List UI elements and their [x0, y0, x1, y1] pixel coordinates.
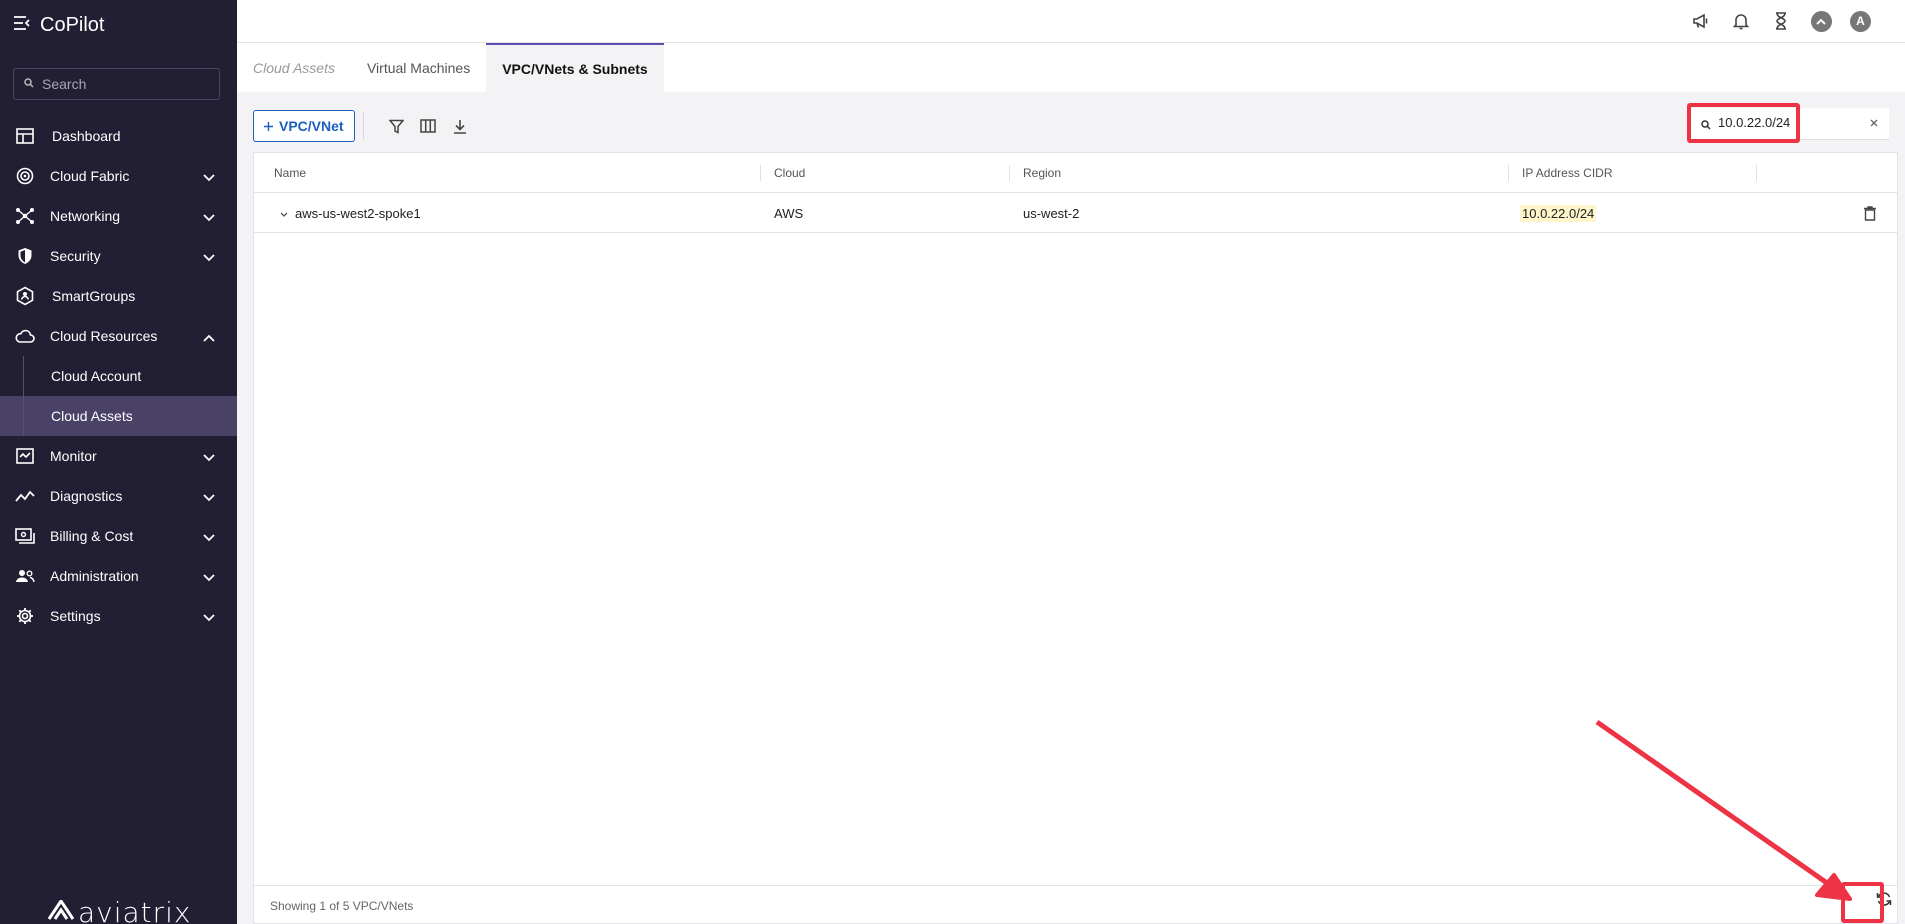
main-content: VPC/VNet Name Cloud Region IP Address CI… [237, 92, 1905, 924]
sidebar-item-diagnostics[interactable]: Diagnostics [0, 476, 237, 516]
filter-input[interactable] [1718, 115, 1858, 130]
table-filter[interactable] [1688, 108, 1889, 140]
monitor-icon [14, 445, 36, 467]
filter-icon[interactable] [386, 116, 406, 136]
toolbar-divider [363, 112, 364, 140]
collapse-up-icon[interactable] [1810, 10, 1832, 32]
sidebar-item-label: Networking [50, 208, 121, 224]
refresh-icon[interactable] [1872, 887, 1896, 911]
diagnostics-icon [14, 485, 36, 507]
sidebar: CoPilot Dashboard Cloud Fabric Networkin… [0, 0, 237, 924]
chevron-down-icon [203, 529, 215, 545]
table-footer: Showing 1 of 5 VPC/VNets [254, 885, 1897, 924]
chevron-down-icon [203, 489, 215, 505]
collapse-menu-icon[interactable] [14, 15, 30, 35]
add-button-label: VPC/VNet [279, 118, 344, 134]
chevron-down-icon [203, 569, 215, 585]
sidebar-subitem-cloud-account[interactable]: Cloud Account [0, 356, 237, 396]
dashboard-icon [14, 125, 36, 147]
cidr-match-highlight: 10.0.22.0/24 [1520, 204, 1597, 222]
column-header-region[interactable]: Region [1010, 153, 1061, 193]
chevron-down-icon [203, 449, 215, 465]
sidebar-item-billing[interactable]: Billing & Cost [0, 516, 237, 556]
sidebar-item-label: SmartGroups [52, 288, 136, 304]
sidebar-search[interactable] [13, 68, 220, 100]
tab-virtual-machines[interactable]: Virtual Machines [351, 43, 486, 92]
delete-icon[interactable] [1861, 204, 1879, 222]
search-icon [24, 75, 34, 93]
column-header-cloud[interactable]: Cloud [761, 153, 805, 193]
chevron-down-icon [203, 609, 215, 625]
search-icon [1701, 117, 1711, 135]
smartgroups-icon [14, 285, 36, 307]
billing-icon [14, 525, 36, 547]
top-bar: A [237, 0, 1905, 43]
chevron-down-icon[interactable] [280, 206, 288, 221]
sidebar-item-label: Cloud Resources [50, 328, 158, 344]
table-row[interactable]: aws-us-west2-spoke1 AWS us-west-2 10.0.2… [254, 193, 1897, 233]
row-count-text: Showing 1 of 5 VPC/VNets [270, 898, 414, 913]
download-icon[interactable] [450, 116, 470, 136]
sidebar-item-label: Monitor [50, 448, 97, 464]
sidebar-item-label: Dashboard [52, 128, 121, 144]
sidebar-subitem-label: Cloud Assets [51, 408, 133, 424]
sidebar-item-administration[interactable]: Administration [0, 556, 237, 596]
cell-ip-cidr: 10.0.22.0/24 [1520, 193, 1597, 233]
chevron-down-icon [203, 249, 215, 265]
sidebar-item-monitor[interactable]: Monitor [0, 436, 237, 476]
vpc-name: aws-us-west2-spoke1 [295, 205, 421, 221]
sidebar-item-settings[interactable]: Settings [0, 596, 237, 636]
column-header-ip-cidr[interactable]: IP Address CIDR [1509, 153, 1612, 193]
sidebar-subitem-cloud-assets[interactable]: Cloud Assets [0, 396, 237, 436]
plus-icon [264, 118, 273, 134]
brand: CoPilot [14, 13, 104, 37]
sidebar-item-label: Diagnostics [50, 488, 123, 504]
aviatrix-mark-icon [47, 898, 75, 924]
cell-cloud: AWS [774, 205, 804, 221]
sidebar-item-cloud-fabric[interactable]: Cloud Fabric [0, 156, 237, 196]
app-title: CoPilot [40, 13, 105, 36]
sidebar-item-label: Cloud Fabric [50, 168, 130, 184]
sidebar-nav: Dashboard Cloud Fabric Networking Securi… [0, 116, 237, 636]
gear-icon [14, 605, 36, 627]
sidebar-item-label: Settings [50, 608, 101, 624]
aviatrix-logo: aviatrix [47, 896, 192, 924]
cell-region: us-west-2 [1023, 205, 1080, 221]
shield-icon [14, 245, 36, 267]
cloud-icon [14, 325, 36, 347]
column-divider [1756, 165, 1757, 181]
tab-bar: Cloud Assets Virtual Machines VPC/VNets … [237, 43, 1905, 92]
clear-filter-icon[interactable] [1865, 114, 1883, 132]
sidebar-search-input[interactable] [42, 76, 212, 92]
announcement-icon[interactable] [1690, 10, 1712, 32]
top-bar-icons: A [1690, 10, 1871, 32]
chevron-up-icon [203, 329, 215, 345]
sidebar-item-cloud-resources[interactable]: Cloud Resources [0, 316, 237, 356]
cell-name: aws-us-west2-spoke1 [280, 193, 421, 233]
sidebar-item-label: Billing & Cost [50, 528, 134, 544]
chevron-down-icon [203, 209, 215, 225]
sidebar-item-label: Security [50, 248, 101, 264]
logo-wordmark: aviatrix [78, 896, 192, 924]
users-icon [14, 565, 36, 587]
networking-icon [14, 205, 36, 227]
chevron-down-icon [203, 169, 215, 185]
table-header: Name Cloud Region IP Address CIDR [254, 153, 1897, 193]
sidebar-item-smartgroups[interactable]: SmartGroups [0, 276, 237, 316]
user-avatar[interactable]: A [1850, 10, 1871, 32]
columns-icon[interactable] [418, 116, 438, 136]
cloud-fabric-icon [14, 165, 36, 187]
vpc-table: Name Cloud Region IP Address CIDR aws-us… [253, 152, 1898, 924]
column-header-name[interactable]: Name [254, 153, 306, 193]
sidebar-item-dashboard[interactable]: Dashboard [0, 116, 237, 156]
sidebar-item-security[interactable]: Security [0, 236, 237, 276]
bell-icon[interactable] [1730, 10, 1752, 32]
hourglass-icon[interactable] [1770, 10, 1792, 32]
sidebar-item-networking[interactable]: Networking [0, 196, 237, 236]
sidebar-subitem-label: Cloud Account [51, 368, 142, 384]
tab-cloud-assets[interactable]: Cloud Assets [237, 43, 351, 92]
add-vpc-vnet-button[interactable]: VPC/VNet [253, 110, 355, 142]
tab-vpc-vnets-subnets[interactable]: VPC/VNets & Subnets [486, 43, 664, 92]
sidebar-item-label: Administration [50, 568, 139, 584]
